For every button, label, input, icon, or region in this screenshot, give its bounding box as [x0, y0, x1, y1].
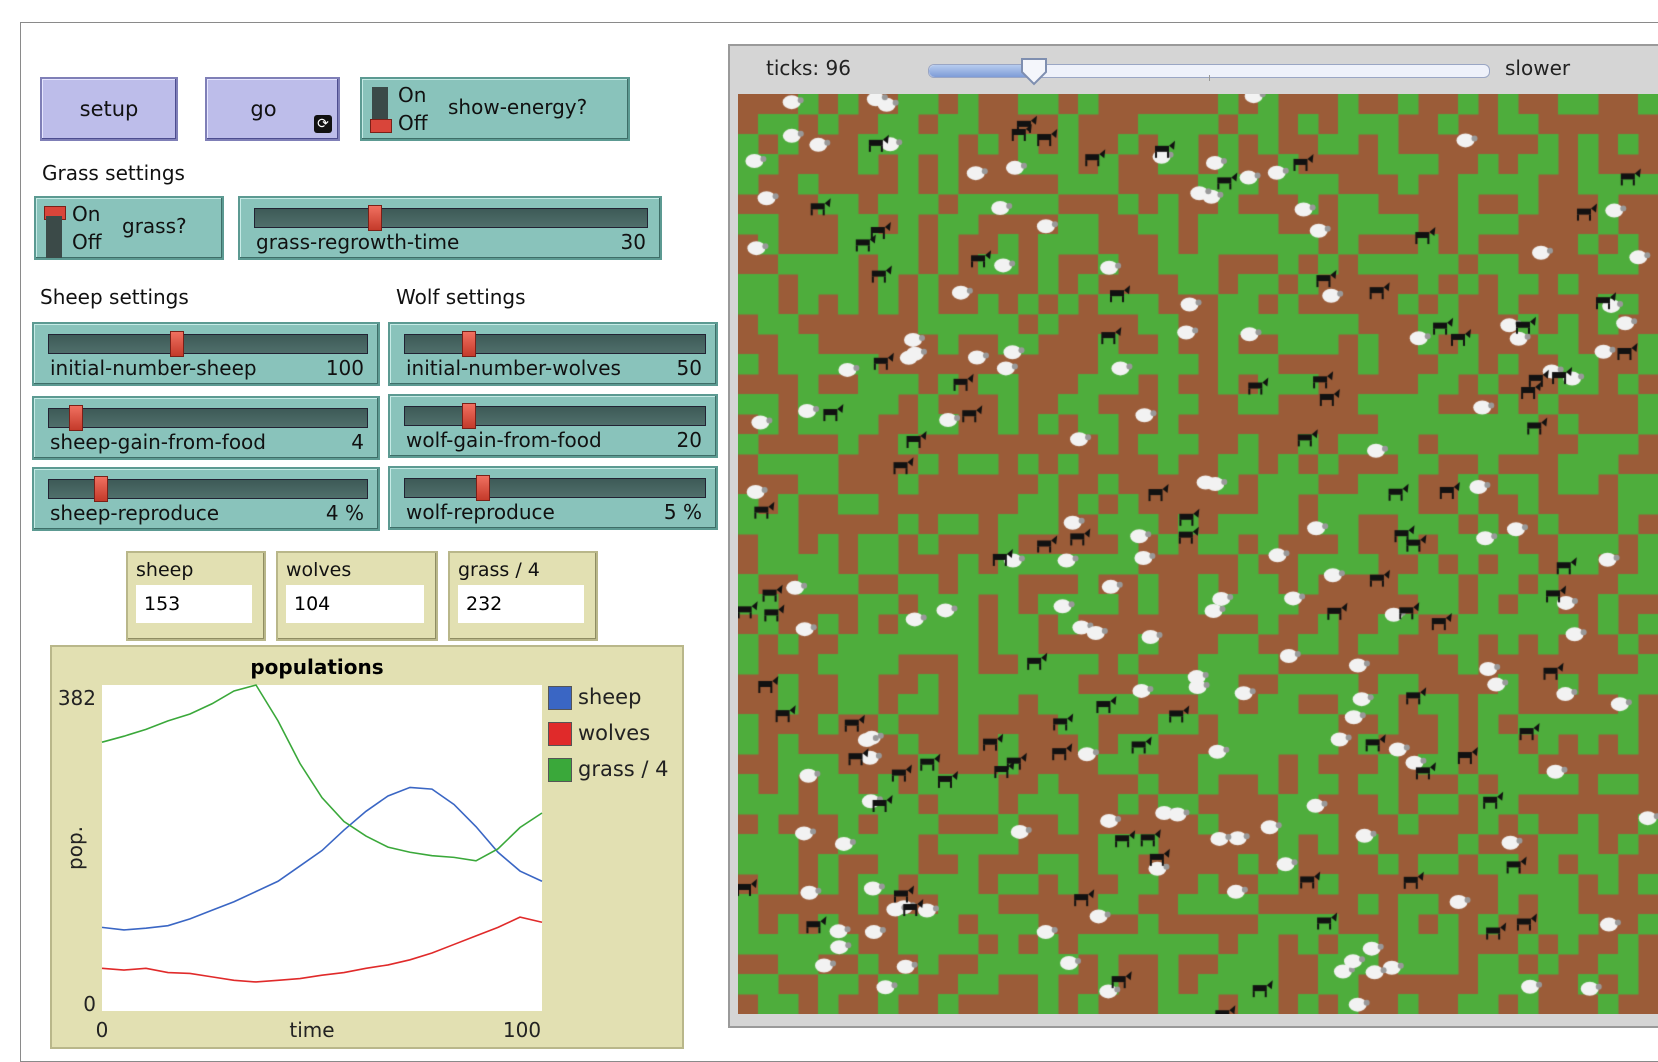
go-label: go — [250, 97, 277, 121]
sheep-settings-heading: Sheep settings — [40, 285, 189, 309]
legend-item-grass: grass / 4 — [548, 757, 669, 782]
slider-value: 50 — [676, 356, 702, 380]
grass-settings-heading: Grass settings — [42, 161, 185, 185]
legend-item-wolves: wolves — [548, 721, 650, 746]
slider-name: wolf-gain-from-food — [406, 428, 602, 452]
legend-item-sheep: sheep — [548, 685, 641, 710]
slider-track — [48, 334, 368, 354]
go-button[interactable]: go ⟳ — [205, 77, 340, 141]
forever-loop-icon: ⟳ — [314, 115, 332, 133]
wolf-gain-from-food-slider[interactable]: wolf-gain-from-food 20 — [388, 394, 718, 458]
legend-label: wolves — [578, 721, 651, 745]
slider-value: 5 % — [663, 500, 702, 524]
switch-on-label: On — [72, 202, 101, 226]
plot-area — [102, 685, 542, 1011]
slider-track — [404, 406, 706, 426]
slider-handle[interactable] — [93, 476, 108, 502]
legend-swatch-grass — [548, 758, 572, 782]
switch-track — [46, 216, 62, 258]
slider-name: wolf-reproduce — [406, 500, 555, 524]
slider-handle[interactable] — [170, 331, 185, 357]
slider-handle[interactable] — [461, 331, 476, 357]
switch-off-label: Off — [398, 111, 428, 135]
slider-handle[interactable] — [461, 403, 476, 429]
slider-name: grass-regrowth-time — [256, 230, 460, 254]
world-view: ticks: 96 slower — [728, 44, 1658, 1028]
legend-label: grass / 4 — [578, 757, 669, 781]
slider-value: 100 — [325, 356, 364, 380]
speed-slider-track[interactable] — [928, 64, 1490, 81]
wolves-monitor: wolves 104 — [276, 551, 438, 641]
grass-switch-label: grass? — [122, 214, 187, 238]
y-axis-label: pop. — [63, 826, 87, 870]
sheep-gain-from-food-slider[interactable]: sheep-gain-from-food 4 — [32, 396, 380, 460]
world-canvas[interactable] — [738, 94, 1658, 1014]
slider-value: 4 — [351, 430, 364, 454]
speed-slider-thumb[interactable] — [1019, 56, 1049, 86]
slider-value: 30 — [620, 230, 646, 254]
initial-number-wolves-slider[interactable]: initial-number-wolves 50 — [388, 322, 718, 386]
slider-value: 20 — [676, 428, 702, 452]
slider-handle[interactable] — [69, 405, 84, 431]
x-axis-label: time — [289, 1018, 334, 1042]
populations-plot: populations 382 0 0 100 time pop. sheep wolve… — [50, 645, 684, 1049]
y-tick-label: 0 — [83, 992, 96, 1016]
x-tick-label: 0 — [96, 1018, 109, 1042]
slider-handle[interactable] — [476, 475, 490, 501]
legend-swatch-sheep — [548, 686, 572, 710]
slider-name: initial-number-sheep — [50, 356, 257, 380]
slider-track — [404, 478, 706, 498]
setup-button[interactable]: setup — [40, 77, 178, 141]
slider-value: 4 % — [325, 501, 364, 525]
setup-label: setup — [79, 97, 139, 121]
show-energy-switch[interactable]: On Off show-energy? — [360, 77, 630, 141]
slider-track — [254, 208, 648, 228]
slider-handle[interactable] — [368, 205, 382, 231]
slider-track — [404, 334, 706, 354]
slider-name: sheep-gain-from-food — [50, 430, 266, 454]
sheep-monitor: sheep 153 — [126, 551, 266, 641]
monitor-value: 232 — [458, 585, 584, 623]
slider-name: sheep-reproduce — [50, 501, 220, 525]
grass-monitor: grass / 4 232 — [448, 551, 598, 641]
slider-track — [48, 408, 368, 428]
monitor-name: wolves — [286, 559, 352, 581]
legend-swatch-wolves — [548, 722, 572, 746]
ticks-counter: ticks: 96 — [766, 56, 851, 80]
show-energy-label: show-energy? — [448, 95, 588, 119]
monitor-value: 153 — [136, 585, 252, 623]
wolf-settings-heading: Wolf settings — [396, 285, 526, 309]
slider-name: initial-number-wolves — [406, 356, 621, 380]
x-tick-label: 100 — [503, 1018, 541, 1042]
legend-label: sheep — [578, 685, 642, 709]
switch-off-label: Off — [72, 230, 102, 254]
monitor-value: 104 — [286, 585, 424, 623]
speed-label: slower — [1505, 56, 1571, 80]
speed-center-tick — [1209, 75, 1210, 81]
monitor-name: sheep — [136, 559, 194, 581]
wolf-reproduce-slider[interactable]: wolf-reproduce 5 % — [388, 466, 718, 530]
monitor-name: grass / 4 — [458, 559, 540, 581]
switch-knob — [370, 119, 392, 133]
grass-regrowth-time-slider[interactable]: grass-regrowth-time 30 — [238, 196, 662, 260]
y-tick-label: 382 — [58, 686, 96, 710]
sheep-reproduce-slider[interactable]: sheep-reproduce 4 % — [32, 467, 380, 531]
grass-switch[interactable]: On Off grass? — [34, 196, 224, 260]
initial-number-sheep-slider[interactable]: initial-number-sheep 100 — [32, 322, 380, 386]
switch-on-label: On — [398, 83, 427, 107]
